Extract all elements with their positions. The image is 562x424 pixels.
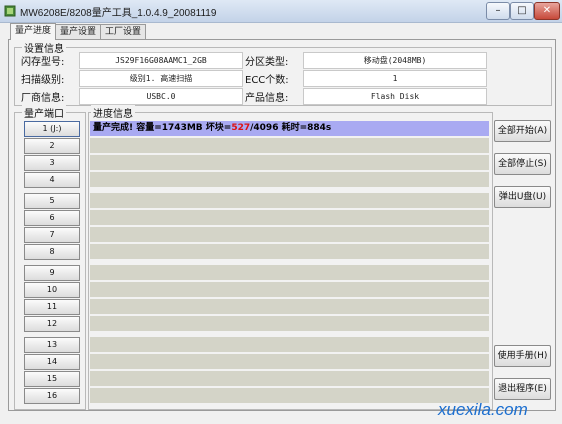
close-button[interactable]: ✕: [534, 2, 560, 20]
progress-row-5: [90, 193, 489, 208]
progress-row-1: 量产完成! 容量=1743MB 坏块=527/4096 耗时=884s: [90, 121, 489, 136]
port-button-13[interactable]: 13: [24, 337, 80, 353]
manual-button[interactable]: 使用手册(H): [494, 345, 551, 367]
port-button-14[interactable]: 14: [24, 354, 80, 370]
port-button-9[interactable]: 9: [24, 265, 80, 281]
progress-row-9: [90, 265, 489, 280]
app-icon: [4, 5, 16, 17]
eject-button[interactable]: 弹出U盘(U): [494, 186, 551, 208]
product-label: 产品信息:: [245, 93, 289, 104]
port-button-12[interactable]: 12: [24, 316, 80, 332]
port-button-2[interactable]: 2: [24, 138, 80, 154]
tab-progress[interactable]: 量产进度: [10, 23, 56, 40]
scan-level-value: 级别1. 高速扫描: [79, 70, 243, 87]
exit-button[interactable]: 退出程序(E): [494, 378, 551, 400]
minimize-button[interactable]: –: [486, 2, 510, 20]
partition-label: 分区类型:: [245, 57, 289, 68]
progress-group-title: 进度信息: [91, 105, 135, 120]
progress-row-1-suffix: /4096 耗时=884s: [250, 123, 332, 133]
tab-settings[interactable]: 量产设置: [55, 24, 101, 40]
stop-all-button[interactable]: 全部停止(S): [494, 153, 551, 175]
progress-row-6: [90, 210, 489, 225]
app-window: MW6208E/8208量产工具_1.0.4.9_20081119 – □ ✕ …: [0, 0, 562, 424]
port-button-16[interactable]: 16: [24, 388, 80, 404]
port-button-11[interactable]: 11: [24, 299, 80, 315]
partition-value: 移动盘(2048MB): [303, 52, 487, 69]
progress-row-13: [90, 337, 489, 352]
window-title: MW6208E/8208量产工具_1.0.4.9_20081119: [20, 8, 217, 19]
progress-row-1-prefix: 量产完成! 容量=1743MB 坏块=: [93, 123, 232, 133]
progress-row-11: [90, 299, 489, 314]
tab-factory[interactable]: 工厂设置: [100, 24, 146, 40]
title-bar[interactable]: MW6208E/8208量产工具_1.0.4.9_20081119 – □ ✕: [0, 0, 562, 23]
progress-row-15: [90, 371, 489, 386]
port-button-15[interactable]: 15: [24, 371, 80, 387]
progress-row-16: [90, 388, 489, 403]
progress-row-4: [90, 172, 489, 187]
ecc-value: 1: [303, 70, 487, 87]
port-button-6[interactable]: 6: [24, 210, 80, 226]
port-button-7[interactable]: 7: [24, 227, 80, 243]
port-button-10[interactable]: 10: [24, 282, 80, 298]
port-button-8[interactable]: 8: [24, 244, 80, 260]
progress-row-8: [90, 244, 489, 259]
maximize-button[interactable]: □: [510, 2, 534, 20]
flash-model-label: 闪存型号:: [21, 57, 65, 68]
progress-row-7: [90, 227, 489, 242]
watermark: xuexila.com: [438, 400, 528, 419]
product-value: Flash Disk: [303, 88, 487, 105]
scan-level-label: 扫描级别:: [21, 75, 65, 86]
progress-row-12: [90, 316, 489, 331]
bad-block-count: 527: [231, 123, 251, 133]
progress-row-3: [90, 155, 489, 170]
port-button-4[interactable]: 4: [24, 172, 80, 188]
ports-group-title: 量产端口: [22, 105, 66, 120]
start-all-button[interactable]: 全部开始(A): [494, 120, 551, 142]
flash-model-value: JS29F16G08AAMC1_2GB: [79, 52, 243, 69]
vendor-value: USBC.0: [79, 88, 243, 105]
port-button-5[interactable]: 5: [24, 193, 80, 209]
port-button-1[interactable]: 1 (J:): [24, 121, 80, 137]
progress-row-2: [90, 138, 489, 153]
progress-row-14: [90, 354, 489, 369]
ecc-label: ECC个数:: [245, 75, 289, 86]
progress-row-10: [90, 282, 489, 297]
vendor-label: 厂商信息:: [21, 93, 65, 104]
port-button-3[interactable]: 3: [24, 155, 80, 171]
